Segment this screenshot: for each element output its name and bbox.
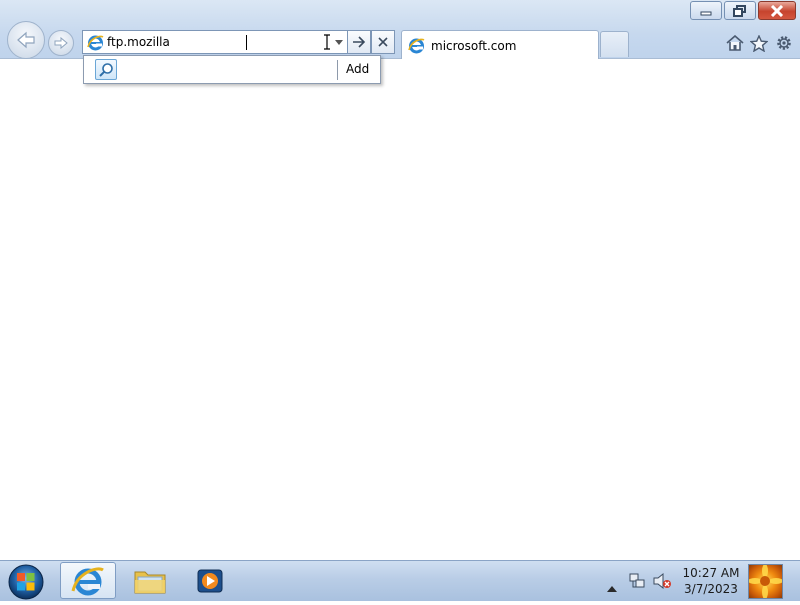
desktop-thumbnail-button[interactable] — [748, 564, 783, 599]
taskbar-windows-media-player[interactable] — [182, 562, 238, 599]
media-player-icon — [197, 569, 223, 592]
browser-chrome: microsoft.com — [0, 0, 800, 59]
minimize-button[interactable] — [690, 1, 722, 20]
ie-page-icon — [408, 37, 425, 58]
restore-button[interactable] — [724, 1, 756, 20]
start-button[interactable] — [6, 563, 46, 601]
clock-time: 10:27 AM — [682, 566, 740, 580]
volume-muted-icon[interactable] — [652, 572, 672, 594]
taskbar-internet-explorer[interactable] — [60, 562, 116, 599]
chevron-up-icon — [607, 586, 617, 592]
flower-wallpaper-icon — [749, 565, 782, 598]
tab-label: microsoft.com — [431, 39, 517, 53]
close-icon — [770, 4, 784, 17]
restore-icon — [733, 4, 746, 17]
internet-explorer-icon — [71, 567, 104, 595]
minimize-icon — [700, 11, 712, 15]
go-arrow-icon — [353, 36, 366, 48]
back-button[interactable] — [7, 21, 45, 59]
address-dropdown-button[interactable] — [331, 34, 347, 50]
arrow-left-icon — [17, 31, 35, 49]
chevron-down-icon — [335, 39, 343, 45]
home-icon[interactable] — [726, 34, 744, 52]
text-caret — [246, 35, 247, 50]
taskbar-windows-explorer[interactable] — [122, 562, 178, 599]
tab-microsoft[interactable]: microsoft.com — [401, 30, 599, 59]
divider — [337, 60, 338, 80]
x-icon — [378, 37, 388, 47]
system-clock[interactable]: 10:27 AM 3/7/2023 — [678, 565, 744, 597]
window-controls — [690, 1, 796, 20]
folder-icon — [134, 571, 166, 593]
new-tab-button[interactable] — [600, 31, 629, 57]
search-button[interactable] — [95, 59, 117, 80]
forward-button[interactable] — [48, 30, 74, 56]
address-autocomplete-dropdown: Add — [83, 55, 381, 84]
add-search-provider-link[interactable]: Add — [346, 62, 369, 76]
go-button[interactable] — [347, 30, 371, 54]
ibeam-cursor-icon — [323, 34, 331, 54]
show-hidden-icons-button[interactable] — [607, 577, 617, 596]
clock-date: 3/7/2023 — [684, 582, 738, 596]
arrow-right-icon — [54, 36, 68, 50]
address-input[interactable] — [107, 33, 317, 51]
ie-page-icon — [87, 34, 104, 55]
favorites-star-icon[interactable] — [750, 34, 768, 52]
close-button[interactable] — [758, 1, 796, 20]
address-bar[interactable] — [82, 30, 348, 54]
windows-logo-icon — [8, 564, 44, 600]
stop-button[interactable] — [371, 30, 395, 54]
search-icon — [99, 62, 113, 77]
network-icon[interactable] — [628, 572, 646, 594]
page-content[interactable] — [0, 59, 800, 560]
tools-gear-icon[interactable] — [775, 34, 793, 52]
taskbar: 10:27 AM 3/7/2023 — [0, 560, 800, 601]
